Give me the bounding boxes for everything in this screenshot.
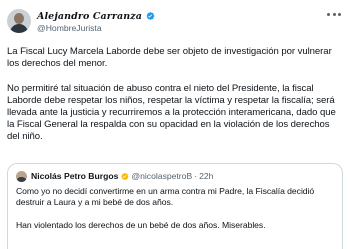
tweet-text: La Fiscal Lucy Marcela Laborde debe ser … [7, 46, 343, 144]
tweet-paragraph: No permitiré tal situación de abuso cont… [7, 82, 336, 143]
author-avatar[interactable] [7, 9, 31, 33]
quoted-tweet-text: Como yo no decidí convertirme en un arma… [16, 186, 338, 231]
author-name[interactable]: Alejandro Carranza [37, 11, 142, 22]
quoted-tweet-header: Nicolás Petro Burgos @nicolaspetroB · 22… [16, 170, 213, 182]
verified-badge-icon [121, 172, 129, 180]
author-name-row: Alejandro Carranza [37, 10, 155, 22]
quoted-paragraph: Como yo no decidí convertirme en un arma… [16, 186, 315, 208]
quoted-author-avatar[interactable] [16, 170, 27, 182]
quoted-paragraph: Han violentado los derechos de un bebé d… [16, 219, 266, 230]
author-handle[interactable]: @HombreJurista [37, 23, 102, 33]
quoted-author-handle[interactable]: @nicolaspetroB [131, 171, 192, 181]
separator-dot: · [194, 171, 198, 181]
tweet-paragraph: La Fiscal Lucy Marcela Laborde debe ser … [7, 46, 332, 70]
quoted-timestamp[interactable]: 22h [199, 171, 213, 181]
quoted-tweet[interactable]: Nicolás Petro Burgos @nicolaspetroB · 22… [7, 163, 343, 249]
quoted-author-name[interactable]: Nicolás Petro Burgos [31, 171, 118, 181]
more-options-icon[interactable] [327, 10, 341, 18]
verified-badge-icon [146, 12, 155, 20]
